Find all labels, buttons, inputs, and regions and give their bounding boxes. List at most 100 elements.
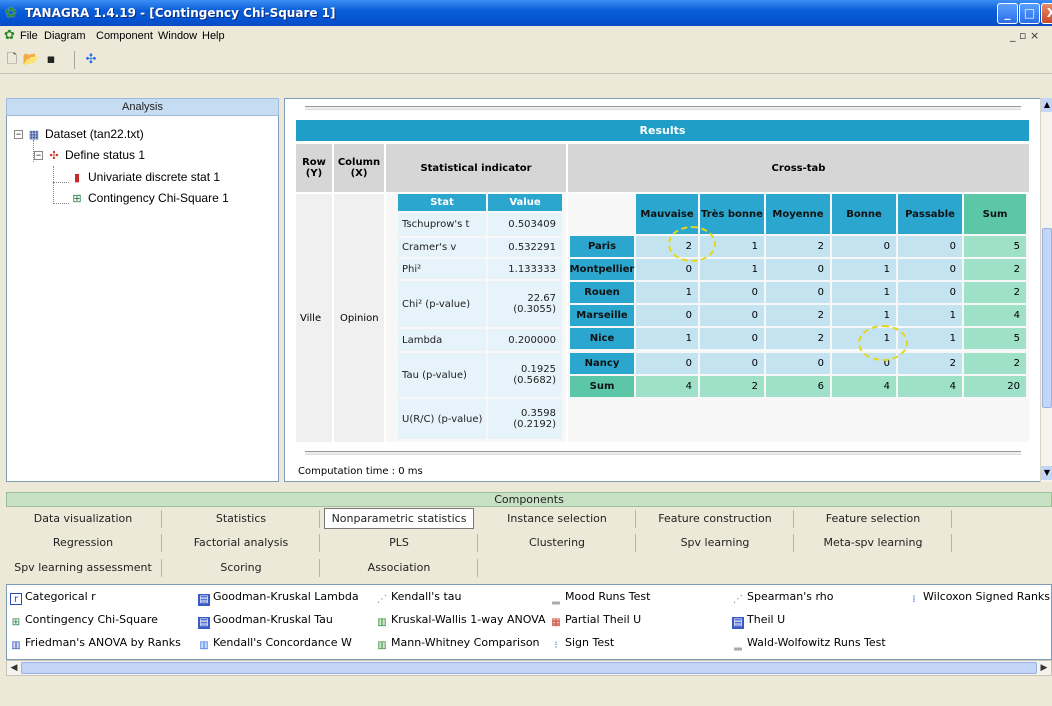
stat-name: Tau (p-value) [398, 353, 486, 397]
component-kendalls-concordance[interactable]: ▥ Kendall's Concordance W [198, 636, 352, 652]
save-disk-icon[interactable]: ▪ [42, 51, 60, 69]
component-friedmans-anova[interactable]: ▥ Friedman's ANOVA by Ranks [10, 636, 181, 652]
open-folder-icon[interactable]: 📂 [22, 51, 40, 69]
menu-help[interactable]: Help [202, 30, 225, 42]
tab-association[interactable]: Association [324, 557, 474, 578]
crosstab-row-label: Rouen [570, 282, 634, 303]
minimize-button[interactable]: _ [997, 3, 1018, 24]
diagram-icon[interactable]: ✣ [82, 51, 100, 69]
mdi-controls[interactable]: _ ▫ × [1010, 29, 1039, 42]
toolbar: 🗋 📂 ▪ ✣ [0, 46, 1052, 74]
crosstab-cell: 0 [766, 353, 830, 374]
tab-clustering[interactable]: Clustering [482, 532, 632, 553]
new-file-icon[interactable]: 🗋 [3, 51, 21, 69]
component-mann-whitney[interactable]: ▥ Mann-Whitney Comparison [376, 636, 539, 652]
component-icon: ⁞ [912, 594, 916, 605]
component-sign-test[interactable]: ⁝ Sign Test [550, 636, 614, 652]
crosstab-cell: 4 [832, 376, 896, 397]
component-partial-theil-u[interactable]: ▦ Partial Theil U [550, 613, 641, 629]
crosstab-col-sum: Sum [964, 194, 1026, 234]
collapse-icon[interactable]: − [14, 130, 23, 140]
menu-file[interactable]: File [20, 30, 38, 42]
tab-regression[interactable]: Regression [8, 532, 158, 553]
highlight-circle [858, 325, 908, 361]
component-spearmans-rho[interactable]: ⋰ Spearman's rho [732, 590, 834, 606]
crosstab-cell: 2 [700, 376, 764, 397]
tab-pls[interactable]: PLS [324, 532, 474, 553]
crosstab-col-passable: Passable [898, 194, 962, 234]
tab-factorial-analysis[interactable]: Factorial analysis [166, 532, 316, 553]
component-mood-runs-test[interactable]: ▂ Mood Runs Test [550, 590, 650, 606]
crosstab-cell: 4 [964, 305, 1026, 326]
tab-separator [951, 510, 952, 528]
close-button[interactable]: X [1041, 3, 1052, 24]
crosstab-col-bonne: Bonne [832, 194, 896, 234]
stat-value: 22.67 (0.3055) [488, 281, 562, 327]
tab-feature-construction[interactable]: Feature construction [640, 508, 790, 529]
results-vertical-scrollbar[interactable]: ▲ ▼ [1040, 98, 1052, 482]
tanagra-app-icon: ✿ [5, 5, 17, 21]
tree-item-contingency[interactable]: ⊞ Contingency Chi-Square 1 [70, 191, 228, 205]
component-goodman-kruskal-tau[interactable]: ▤ Goodman-Kruskal Tau [198, 613, 333, 629]
stat-value: 1.133333 [488, 259, 562, 279]
crosstab-cell: 5 [964, 328, 1026, 349]
highlight-circle [668, 226, 716, 262]
crosstab-cell: 0 [700, 305, 764, 326]
component-kruskal-wallis[interactable]: ▥ Kruskal-Wallis 1-way ANOVA [376, 613, 545, 629]
stat-value: 0.3598 (0.2192) [488, 399, 562, 439]
scroll-right-arrow[interactable]: ▶ [1037, 661, 1051, 675]
grid-icon: ⊞ [11, 617, 21, 628]
scroll-up-arrow[interactable]: ▲ [1041, 98, 1052, 112]
menu-window[interactable]: Window [158, 30, 197, 42]
results-title: Results [296, 120, 1029, 141]
component-icon: ▤ [198, 617, 210, 629]
crosstab-cell: 0 [766, 282, 830, 303]
component-icon: ▤ [732, 617, 744, 629]
tab-instance-selection[interactable]: Instance selection [482, 508, 632, 529]
tab-meta-spv-learning[interactable]: Meta-spv learning [798, 532, 948, 553]
tab-spv-learning-assessment[interactable]: Spv learning assessment [8, 557, 158, 578]
crosstab-cell: 6 [766, 376, 830, 397]
component-icon: ⁝ [554, 640, 558, 651]
crosstab-header: Cross-tab [568, 144, 1029, 192]
tab-separator [319, 559, 320, 577]
scroll-down-arrow[interactable]: ▼ [1041, 466, 1052, 480]
mdi-child-icon[interactable]: ✿ [4, 28, 15, 43]
crosstab-cell: 1 [832, 259, 896, 280]
tab-feature-selection[interactable]: Feature selection [798, 508, 948, 529]
scroll-left-arrow[interactable]: ◀ [7, 661, 21, 675]
maximize-button[interactable]: □ [1019, 3, 1040, 24]
component-contingency-chi-square[interactable]: ⊞ Contingency Chi-Square [10, 613, 158, 629]
crosstab-cell: 0 [636, 353, 698, 374]
tab-nonparametric-statistics[interactable]: Nonparametric statistics [324, 508, 474, 529]
stat-value: 0.200000 [488, 329, 562, 351]
bar-chart-icon: ▥ [377, 617, 387, 628]
crosstab-cell: 0 [636, 305, 698, 326]
component-wilcoxon-signed-ranks[interactable]: ⁞ Wilcoxon Signed Ranks [908, 590, 1050, 606]
histogram-icon: ▂ [734, 640, 742, 651]
crosstab-cell: 0 [898, 236, 962, 257]
scroll-thumb[interactable] [21, 662, 1037, 674]
tab-separator [477, 534, 478, 552]
menu-component[interactable]: Component [96, 30, 153, 42]
component-categorical-r[interactable]: r Categorical r [10, 590, 96, 605]
tree-item-univariate[interactable]: ▮ Univariate discrete stat 1 [70, 170, 220, 184]
tree-item-define-status[interactable]: − ✣ Define status 1 [34, 148, 145, 162]
component-wald-wolfowitz[interactable]: ▂ Wald-Wolfowitz Runs Test [732, 636, 886, 652]
tab-spv-learning[interactable]: Spv learning [640, 532, 790, 553]
tab-scoring[interactable]: Scoring [166, 557, 316, 578]
tree-item-dataset[interactable]: − ▦ Dataset (tan22.txt) [14, 127, 144, 141]
component-kendalls-tau[interactable]: ⋰ Kendall's tau [376, 590, 462, 606]
analysis-header: Analysis [6, 98, 279, 116]
component-theil-u[interactable]: ▤ Theil U [732, 613, 785, 629]
collapse-icon[interactable]: − [34, 151, 43, 161]
crosstab-cell: 1 [636, 328, 698, 349]
menu-diagram[interactable]: Diagram [44, 30, 86, 42]
scroll-thumb[interactable] [1042, 228, 1052, 408]
tab-statistics[interactable]: Statistics [166, 508, 316, 529]
component-goodman-kruskal-lambda[interactable]: ▤ Goodman-Kruskal Lambda [198, 590, 359, 606]
tab-data-visualization[interactable]: Data visualization [8, 508, 158, 529]
components-horizontal-scrollbar[interactable]: ◀ ▶ [6, 660, 1052, 676]
crosstab-row-label: Paris [570, 236, 634, 257]
tree-connector [53, 166, 54, 204]
